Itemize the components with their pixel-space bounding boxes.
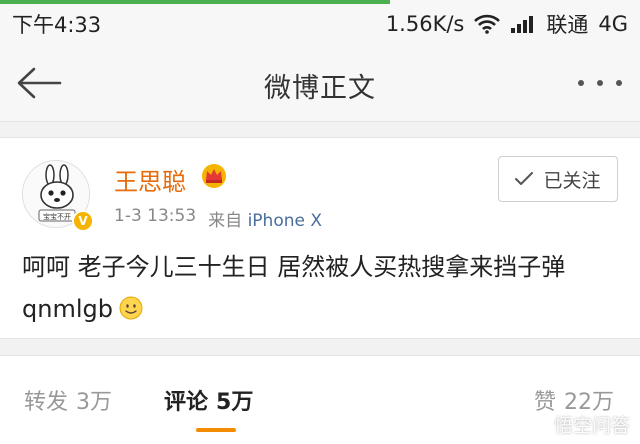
avatar[interactable]: 宝宝不开 V (22, 160, 94, 232)
page-load-progress-bar (0, 0, 390, 4)
post-time: 1-3 13:53 (114, 206, 197, 226)
post-text: 呵呵 老子今儿三十生日 居然被人买热搜拿来挡子弹 qnmlgb (22, 253, 566, 323)
post-device[interactable]: iPhone X (248, 211, 322, 231)
network-type: 4G (598, 12, 628, 36)
active-tab-indicator (196, 428, 236, 432)
post-card: 宝宝不开 V 王思聪 1-3 13:53 来自 iPhone X 已关注 呵呵 … (0, 137, 640, 339)
watermark-text: 悟空问答 (553, 415, 630, 437)
post-meta: 1-3 13:53 来自 iPhone X (114, 206, 322, 231)
network-speed: 1.56K/s (385, 12, 465, 36)
crown-icon (202, 164, 226, 188)
post-body: 呵呵 老子今儿三十生日 居然被人买热搜拿来挡子弹 qnmlgb (22, 246, 622, 330)
page-title: 微博正文 (264, 73, 376, 104)
status-indicators: 1.56K/s 联通 4G (386, 9, 628, 39)
more-dots-icon (578, 80, 584, 86)
carrier-name: 联通 (546, 13, 589, 37)
post-action-tabs: 转发 3万 评论 5万 赞 22万 悟空问答 (0, 355, 640, 444)
tab-comment-count: 5万 (216, 390, 254, 415)
wifi-icon (474, 14, 501, 34)
post-username[interactable]: 王思聪 (114, 162, 186, 197)
signal-icon (511, 16, 534, 33)
status-bar: 下午4:33 1.56K/s 联通 4G (0, 0, 640, 44)
verified-badge-icon: V (72, 210, 94, 232)
follow-button[interactable]: 已关注 (498, 156, 618, 202)
avatar-caption: 宝宝不开 (43, 212, 71, 221)
wukong-logo-icon (522, 412, 547, 437)
smiley-emoji-icon (119, 296, 143, 320)
tab-repost-label: 转发 (24, 390, 69, 415)
follow-label: 已关注 (543, 169, 601, 192)
nav-bar: 微博正文 (0, 44, 640, 122)
tab-repost-count: 3万 (76, 390, 113, 415)
tab-repost[interactable]: 转发 3万 (24, 384, 112, 416)
more-options-button[interactable] (578, 68, 622, 98)
checkmark-icon (515, 172, 534, 185)
watermark: 悟空问答 (522, 411, 630, 438)
tab-comment[interactable]: 评论 5万 (164, 384, 253, 416)
source-prefix: 来自 (208, 211, 243, 231)
status-time: 下午4:33 (12, 13, 102, 37)
tab-comment-label: 评论 (164, 390, 209, 415)
